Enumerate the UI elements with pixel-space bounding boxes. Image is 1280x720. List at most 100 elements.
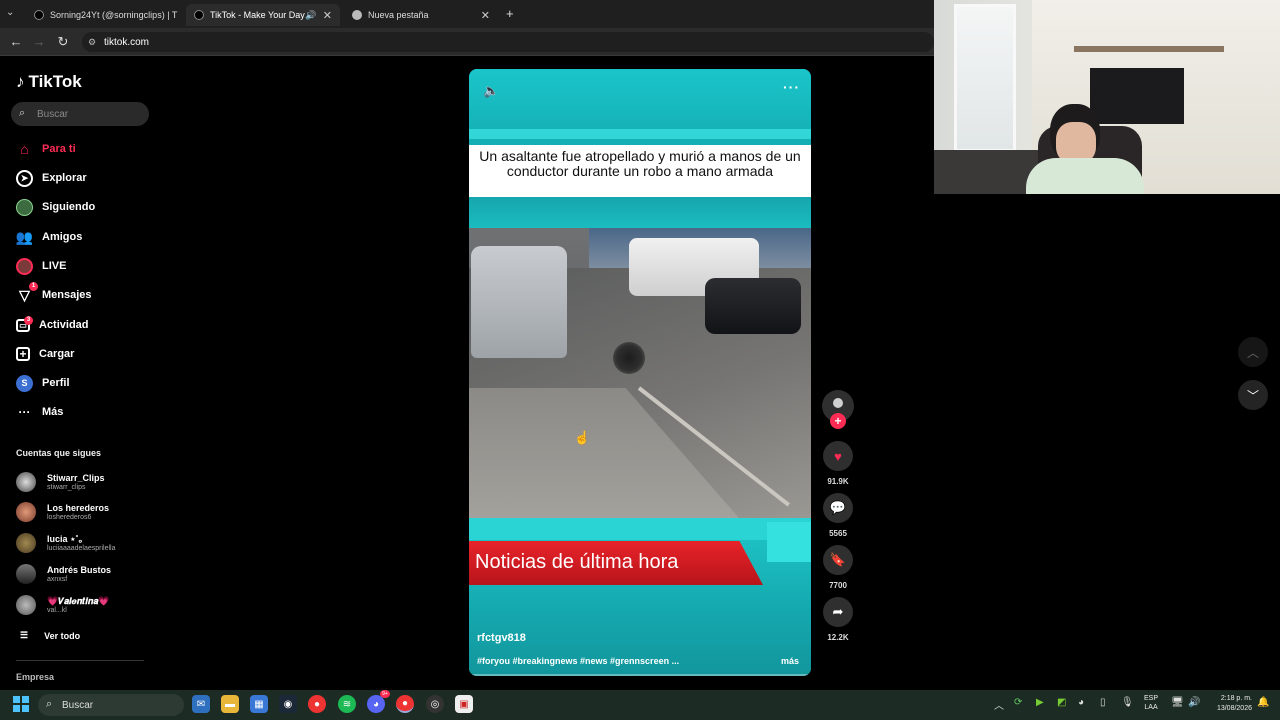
editor-app-icon[interactable]: ▣	[455, 695, 473, 713]
taskbar-search[interactable]: ⌕ Buscar	[38, 694, 184, 716]
list-icon: ☰	[20, 630, 29, 640]
caption-more-button[interactable]: más	[781, 656, 799, 666]
nav-item-actividad[interactable]: ▭ 3 Actividad	[16, 315, 89, 335]
video-progress-bar[interactable]	[469, 674, 811, 676]
previous-video-button[interactable]: ︿	[1238, 337, 1268, 367]
video-options-icon[interactable]: ···	[783, 79, 800, 95]
lower-strip	[469, 518, 811, 540]
play-tray-icon[interactable]: ▶	[1036, 697, 1044, 708]
store-app-icon[interactable]: ▦	[250, 695, 268, 713]
tab-label: Nueva pestaña	[368, 10, 429, 20]
share-button[interactable]: ➦	[823, 597, 853, 627]
nav-item-explorar[interactable]: ➤ Explorar	[16, 168, 87, 188]
video-author[interactable]: rfctgv818	[477, 632, 526, 644]
microphone-tray-icon[interactable]: 🎙	[1121, 697, 1134, 708]
back-icon[interactable]: ←	[8, 34, 24, 49]
battery-tray-icon[interactable]: ▯	[1100, 697, 1106, 708]
close-tab-icon[interactable]: ✕	[475, 9, 490, 22]
account-name: Los herederos	[47, 502, 110, 513]
obs-app-icon[interactable]: ◎	[426, 695, 444, 713]
comment-button[interactable]: 💬	[823, 493, 853, 523]
footage-dark-car	[705, 278, 801, 334]
video-player[interactable]: 🔈 ··· Un asaltante fue atropellado y mur…	[469, 69, 811, 676]
account-handle: losherederos6	[47, 513, 92, 521]
mail-app-icon[interactable]: ✉	[192, 695, 210, 713]
nav-item-cargar[interactable]: + Cargar	[16, 344, 74, 364]
sync-tray-icon[interactable]: ⟳	[1014, 697, 1022, 708]
nav-item-amigos[interactable]: 👥 Amigos	[16, 227, 83, 247]
discord-tray-icon[interactable]: ◕	[1078, 697, 1084, 708]
nav-item-mensajes[interactable]: ▽ 1 Mensajes	[16, 281, 92, 305]
tab-tiktok[interactable]: TikTok - Make Your Day 🔊 ✕	[186, 4, 340, 26]
chrome-app-icon[interactable]: ●	[308, 695, 326, 713]
next-video-button[interactable]: ﹀	[1238, 380, 1268, 410]
see-all-link[interactable]: ☰ Ver todo	[20, 630, 80, 641]
video-headline: Un asaltante fue atropellado y murió a m…	[469, 145, 811, 197]
spotify-app-icon[interactable]: ≋	[338, 695, 356, 713]
like-button[interactable]: ♥	[823, 441, 853, 471]
taskbar-clock[interactable]: 2:18 p. m. 13/08/2026	[1208, 694, 1252, 714]
video-top-panel	[469, 69, 811, 145]
search-input[interactable]: ⌕ Buscar	[11, 102, 149, 126]
notifications-icon[interactable]: 🔔	[1257, 697, 1269, 708]
url-bar[interactable]: ⚙ tiktok.com	[82, 32, 934, 52]
breaking-news-text: Noticias de última hora	[475, 551, 679, 573]
reload-icon[interactable]: ↻	[55, 34, 71, 50]
volume-icon[interactable]: 🔈	[483, 83, 499, 99]
follow-plus-icon[interactable]: +	[830, 413, 846, 429]
site-info-icon[interactable]: ⚙	[88, 37, 96, 48]
windows-start-icon[interactable]	[13, 696, 29, 712]
steam-app-icon[interactable]: ◉	[279, 695, 297, 713]
nav-label: LIVE	[42, 260, 67, 272]
account-item[interactable]: lucia ⋆˚｡ luciiaaaadelaesprilella	[16, 531, 116, 555]
bookmark-icon: 🔖	[829, 552, 847, 567]
nav-item-para-ti[interactable]: ⌂ Para ti	[16, 139, 75, 159]
webcam-shelf	[1074, 46, 1224, 52]
tab-new[interactable]: Nueva pestaña ✕	[344, 4, 498, 26]
upload-icon: +	[16, 347, 30, 361]
search-icon: ⌕	[46, 698, 53, 710]
logo-text: TikTok	[28, 72, 82, 91]
chrome-active-app-icon[interactable]: ●	[396, 695, 414, 713]
close-tab-icon[interactable]: ✕	[177, 9, 184, 22]
tray-expand-icon[interactable]: ︿	[994, 697, 1004, 712]
language-indicator[interactable]: ESP LAA	[1144, 694, 1158, 712]
video-caption[interactable]: #foryou #breakingnews #news #grennscreen…	[477, 656, 679, 666]
tab-sorning[interactable]: Sorning24Yt (@sorningclips) | T ✕	[26, 4, 184, 26]
volume-tray-icon[interactable]: 🔊	[1188, 697, 1200, 708]
nav-item-siguiendo[interactable]: Siguiendo	[16, 197, 95, 217]
account-item[interactable]: Stiwarr_Clips stiwarr_clips	[16, 470, 105, 494]
nav-item-live[interactable]: LIVE	[16, 256, 66, 276]
account-name: Andrés Bustos	[47, 564, 112, 575]
avatar	[16, 472, 36, 492]
search-placeholder: Buscar	[37, 108, 69, 120]
discord-app-icon[interactable]: ◕ 9+	[367, 690, 390, 713]
forward-icon[interactable]: →	[31, 34, 47, 49]
sidebar-divider	[16, 660, 144, 661]
search-icon: ⌕	[19, 107, 26, 119]
new-tab-button[interactable]: +	[506, 6, 514, 21]
file-explorer-icon[interactable]: ▬	[221, 695, 239, 713]
account-item[interactable]: 💗𝑽𝒂𝒍𝒆𝒏𝒕𝒊𝒏𝒂💗 val...kl	[16, 593, 110, 617]
nvidia-tray-icon[interactable]: ◩	[1057, 697, 1066, 708]
audio-playing-icon[interactable]: 🔊	[305, 10, 316, 21]
footer-empresa-link[interactable]: Empresa	[16, 672, 54, 682]
live-icon	[16, 257, 33, 275]
close-tab-icon[interactable]: ✕	[317, 9, 332, 22]
account-name: Stiwarr_Clips	[47, 472, 105, 483]
account-item[interactable]: Los herederos losherederos6	[16, 500, 109, 524]
tiktok-logo[interactable]: ♪ TikTok	[16, 72, 82, 92]
nav-label: Actividad	[39, 319, 89, 331]
nav-item-perfil[interactable]: S Perfil	[16, 373, 70, 393]
nav-item-mas[interactable]: ··· Más	[16, 402, 64, 422]
account-item[interactable]: Andrés Bustos axnxsf	[16, 562, 111, 586]
save-button[interactable]: 🔖	[823, 545, 853, 575]
profile-icon: S	[16, 374, 33, 392]
tab-search-chevron-icon[interactable]: ⌄	[6, 7, 14, 18]
webcam-overlay	[934, 0, 1280, 194]
heart-icon: ♥	[834, 448, 842, 464]
avatar	[16, 564, 36, 584]
nav-label: Amigos	[42, 231, 83, 243]
compass-icon: ➤	[16, 169, 33, 187]
network-tray-icon[interactable]: 🖥	[1171, 697, 1184, 708]
